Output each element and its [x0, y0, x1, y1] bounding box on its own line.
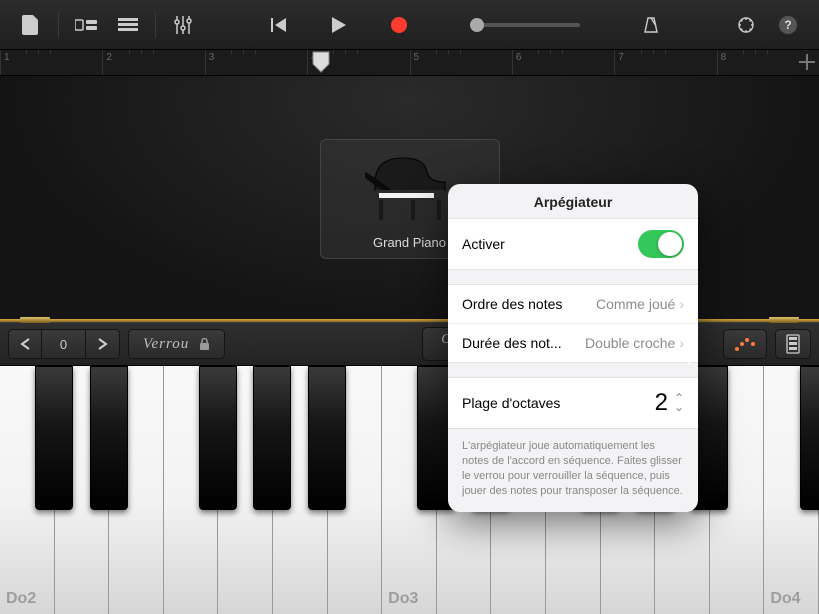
sustain-lock-button[interactable]: Verrou [128, 329, 225, 359]
play-button[interactable] [320, 9, 358, 41]
instrument-name: Grand Piano [373, 235, 446, 250]
measure: 6 [512, 50, 614, 75]
svg-text:?: ? [784, 18, 791, 32]
note-rate-label: Durée des not... [462, 335, 562, 351]
chevron-down-icon[interactable]: ⌄ [674, 403, 684, 412]
white-key[interactable]: Do3 [382, 366, 437, 614]
octave-down-button[interactable] [8, 329, 42, 359]
keyboard-layout-button[interactable] [775, 329, 811, 359]
octave-range-label: Plage d'octaves [462, 395, 560, 411]
measure: 3 [205, 50, 307, 75]
popover-title: Arpégiateur [448, 184, 698, 218]
playhead-marker[interactable] [311, 50, 331, 76]
chevron-right-icon: › [679, 335, 684, 351]
white-key[interactable] [55, 366, 110, 614]
white-key[interactable] [710, 366, 765, 614]
lock-icon [199, 338, 210, 351]
rewind-button[interactable] [260, 9, 298, 41]
note-order-value: Comme joué [596, 296, 675, 312]
measure: 5 [410, 50, 512, 75]
white-key[interactable] [218, 366, 273, 614]
top-toolbar: ? [0, 0, 819, 50]
tracks-button[interactable] [109, 9, 147, 41]
arpeggiator-popover: Arpégiateur Activer Ordre des notes Comm… [448, 184, 698, 512]
white-key[interactable] [328, 366, 383, 614]
octave-range-stepper[interactable]: 2 ⌃ ⌄ [655, 389, 684, 417]
measure: 2 [102, 50, 204, 75]
chevron-right-icon: › [679, 296, 684, 312]
octave-value: 0 [42, 329, 86, 359]
arpeggiator-button[interactable] [723, 329, 767, 359]
note-rate-row[interactable]: Durée des not... Double croche › [448, 324, 698, 362]
grand-piano-icon [365, 148, 455, 223]
measure: 1 [0, 50, 102, 75]
octave-range-row: Plage d'octaves 2 ⌃ ⌄ [448, 378, 698, 428]
add-section-button[interactable] [799, 54, 815, 70]
white-key[interactable]: Do2 [0, 366, 55, 614]
hinge-icon [769, 317, 799, 323]
lock-label: Verrou [143, 336, 189, 353]
settings-button[interactable] [727, 9, 765, 41]
master-volume-slider[interactable] [470, 23, 580, 27]
white-key[interactable] [109, 366, 164, 614]
activate-label: Activer [462, 236, 505, 252]
measure: 7 [614, 50, 716, 75]
help-button[interactable]: ? [769, 9, 807, 41]
key-label: Do3 [388, 590, 418, 608]
mixer-button[interactable] [164, 9, 202, 41]
octave-up-button[interactable] [86, 329, 120, 359]
record-button[interactable] [380, 9, 418, 41]
note-order-row[interactable]: Ordre des notes Comme joué › [448, 285, 698, 324]
note-rate-value: Double croche [585, 335, 675, 351]
timeline-ruler[interactable]: 1 2 3 4 5 6 7 8 [0, 50, 819, 76]
octave-stepper: 0 [8, 329, 120, 359]
white-key[interactable] [273, 366, 328, 614]
note-order-label: Ordre des notes [462, 296, 562, 312]
activate-toggle[interactable] [638, 230, 684, 258]
metronome-button[interactable] [632, 9, 670, 41]
key-label: Do4 [770, 590, 800, 608]
browser-button[interactable] [67, 9, 105, 41]
white-key[interactable] [164, 366, 219, 614]
popover-footer: L'arpégiateur joue automatiquement les n… [448, 429, 698, 512]
white-key[interactable]: Do4 [764, 366, 819, 614]
my-songs-button[interactable] [12, 9, 50, 41]
key-label: Do2 [6, 590, 36, 608]
octave-range-value: 2 [655, 389, 668, 417]
activate-row: Activer [448, 219, 698, 269]
hinge-icon [20, 317, 50, 323]
